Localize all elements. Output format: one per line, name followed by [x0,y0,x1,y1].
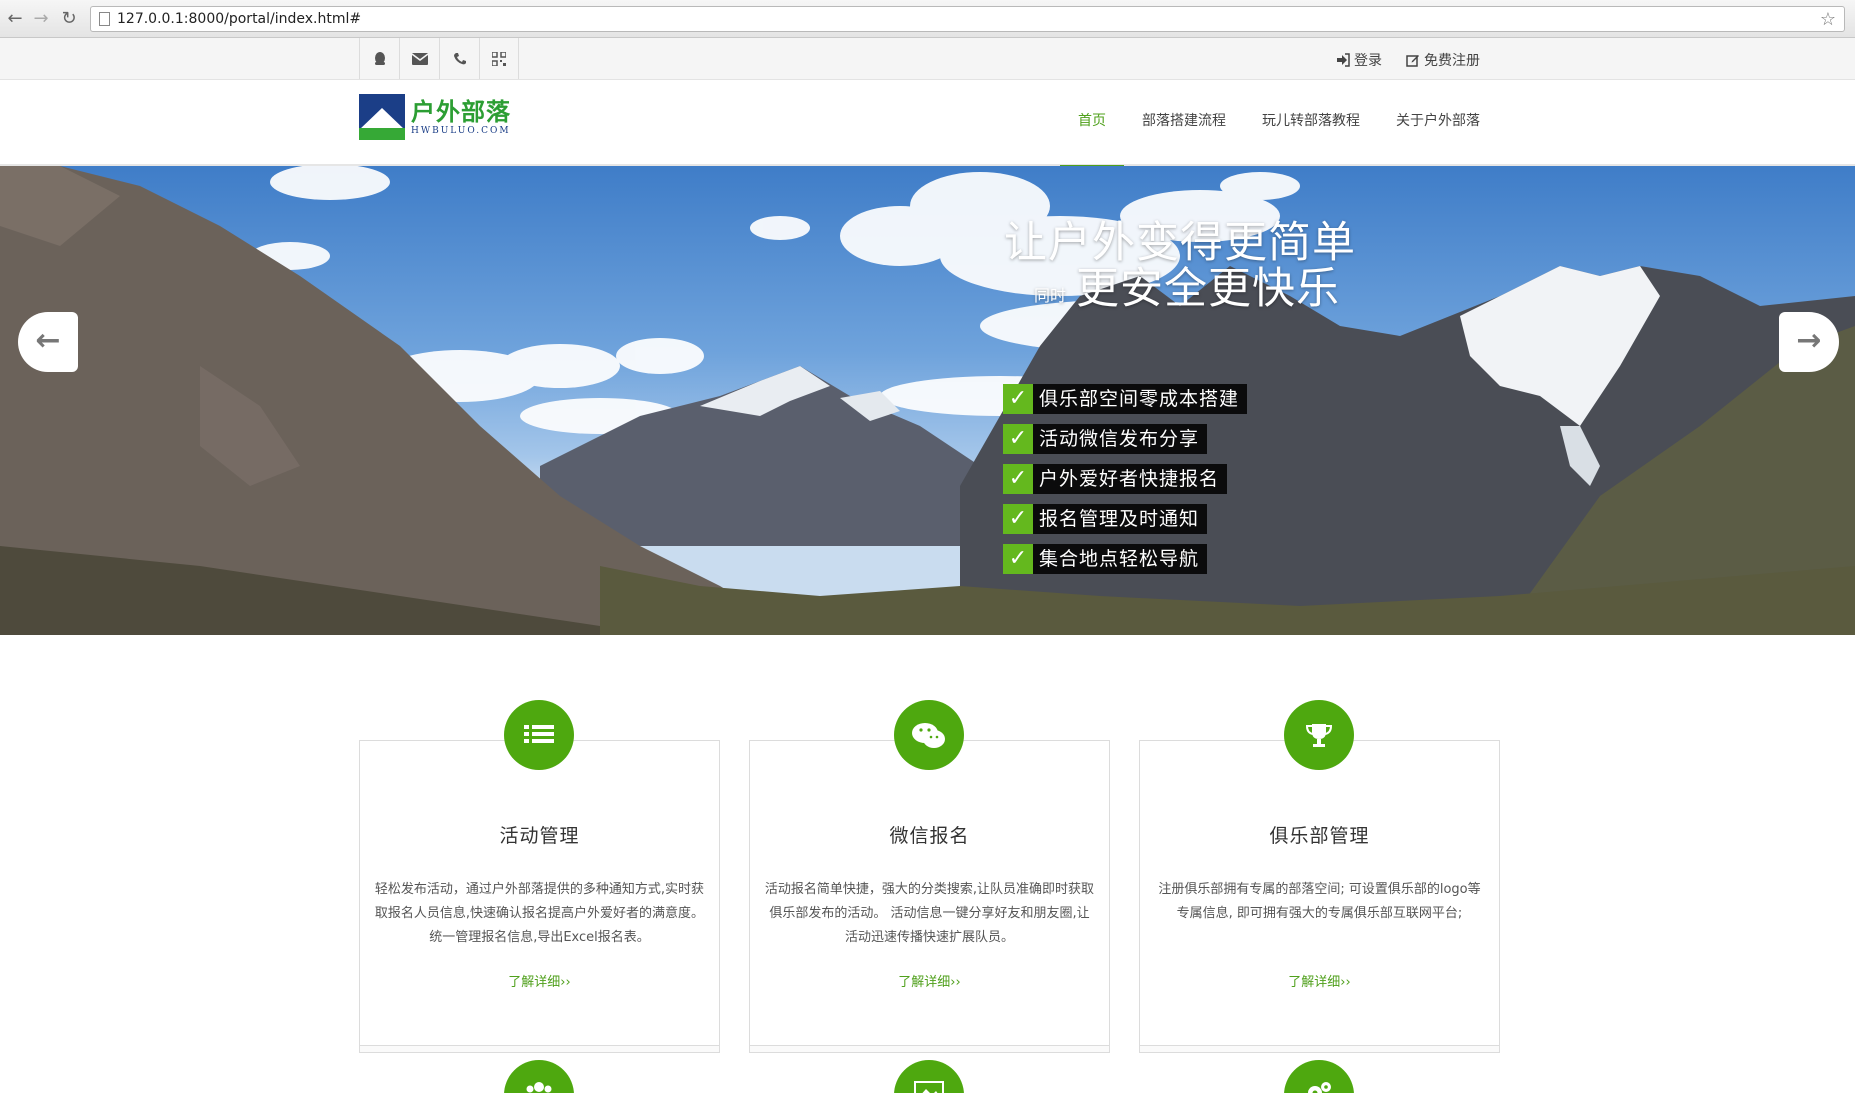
banner-slogan: 让户外变得更简单 同时 更安全更快乐 [1004,220,1356,312]
feature-card-activity: 活动管理 轻松发布活动，通过户外部落提供的多种通知方式,实时获取报名人员信息,快… [359,740,720,1053]
banner-feature-item: ✓ 报名管理及时通知 [1003,504,1247,534]
qrcode-icon[interactable] [479,38,519,79]
banner-feature-item: ✓ 俱乐部空间零成本搭建 [1003,384,1248,414]
card-title: 俱乐部管理 [1269,825,1370,847]
main-nav: 首页 部落搭建流程 玩儿转部落教程 关于户外部落 [1060,80,1498,168]
sign-in-icon [1337,53,1350,67]
feature-cards: 活动管理 轻松发布活动，通过户外部落提供的多种通知方式,实时获取报名人员信息,快… [359,700,1500,1093]
banner-feature-label: 俱乐部空间零成本搭建 [1033,384,1248,414]
card-description: 活动报名简单快捷，强大的分类搜索,让队员准确即时获取俱乐部发布的活动。 活动信息… [764,882,1095,945]
nav-item-home[interactable]: 首页 [1060,80,1124,168]
list-icon [504,700,574,770]
login-link[interactable]: 登录 [1336,50,1382,70]
nav-item-tutorial[interactable]: 玩儿转部落教程 [1244,80,1378,166]
card-title: 活动管理 [499,825,580,847]
card-title: 微信报名 [889,825,970,847]
users-icon [504,1060,574,1093]
account-links: 登录 免费注册 [1336,50,1480,70]
top-bar: 登录 免费注册 [0,38,1855,80]
logo-mountain-icon [359,94,405,140]
banner-feature-item: ✓ 集合地点轻松导航 [1003,544,1247,574]
card-more-link[interactable]: 了解详细›› [360,971,719,990]
browser-toolbar: ← → ↻ 127.0.0.1:8000/portal/index.html# … [0,0,1855,38]
checkmark-icon: ✓ [1003,544,1033,574]
checkmark-icon: ✓ [1003,384,1033,414]
card-description: 轻松发布活动，通过户外部落提供的多种通知方式,实时获取报名人员信息,快速确认报名… [374,882,705,945]
slogan-line2: 更安全更快乐 [1076,264,1341,314]
edit-icon [1406,55,1419,67]
slogan-line1: 让户外变得更简单 [1004,218,1356,268]
card-more-link[interactable]: 了解详细›› [1140,971,1499,990]
banner-feature-item: ✓ 户外爱好者快捷报名 [1003,464,1247,494]
forward-arrow-icon[interactable]: → [30,8,52,30]
reload-icon[interactable]: ↻ [58,8,80,30]
trophy-icon [1284,700,1354,770]
checkmark-icon: ✓ [1003,424,1033,454]
mail-icon[interactable] [399,38,439,79]
banner-feature-label: 活动微信发布分享 [1033,424,1208,454]
nav-item-about[interactable]: 关于户外部落 [1378,80,1498,166]
slogan-small: 同时 [1034,286,1067,305]
site-logo[interactable]: 户外部落 HWBULUO.COM [359,93,525,141]
carousel-prev-button[interactable]: ← [18,312,78,372]
banner-feature-item: ✓ 活动微信发布分享 [1003,424,1247,454]
qq-icon[interactable] [359,38,399,79]
hero-banner: 让户外变得更简单 同时 更安全更快乐 ✓ 俱乐部空间零成本搭建 ✓ 活动微信发布… [0,166,1855,635]
star-icon[interactable]: ☆ [1820,9,1836,30]
mountain-landscape-image [0,166,1855,635]
banner-feature-label: 报名管理及时通知 [1033,504,1208,534]
carousel-next-button[interactable]: → [1779,312,1839,372]
checkmark-icon: ✓ [1003,464,1033,494]
checkmark-icon: ✓ [1003,504,1033,534]
arrow-right-icon: → [1796,323,1822,358]
banner-feature-label: 户外爱好者快捷报名 [1033,464,1228,494]
feature-card-wechat: 微信报名 活动报名简单快捷，强大的分类搜索,让队员准确即时获取俱乐部发布的活动。… [749,740,1110,1053]
back-arrow-icon[interactable]: ← [4,8,26,30]
wechat-icon [894,700,964,770]
address-bar[interactable]: 127.0.0.1:8000/portal/index.html# ☆ [90,6,1845,32]
banner-feature-label: 集合地点轻松导航 [1033,544,1208,574]
register-label: 免费注册 [1424,53,1480,69]
logo-title: 户外部落 [411,98,511,126]
card-more-link[interactable]: 了解详细›› [750,971,1109,990]
logo-subtitle: HWBULUO.COM [411,126,511,136]
register-link[interactable]: 免费注册 [1406,50,1480,70]
phone-icon[interactable] [439,38,479,79]
feature-card-club: 俱乐部管理 注册俱乐部拥有专属的部落空间; 可设置俱乐部的logo等专属信息, … [1139,740,1500,1053]
nav-item-setup-process[interactable]: 部落搭建流程 [1124,80,1244,166]
login-label: 登录 [1354,53,1382,69]
page-icon [99,12,110,26]
url-text[interactable]: 127.0.0.1:8000/portal/index.html# [117,11,361,27]
image-icon [894,1060,964,1093]
card-description: 注册俱乐部拥有专属的部落空间; 可设置俱乐部的logo等专属信息, 即可拥有强大… [1158,882,1481,921]
arrow-left-icon: ← [35,323,61,358]
contact-icons [359,38,519,79]
site-header: 户外部落 HWBULUO.COM 首页 部落搭建流程 玩儿转部落教程 关于户外部… [0,80,1855,168]
banner-feature-list: ✓ 俱乐部空间零成本搭建 ✓ 活动微信发布分享 ✓ 户外爱好者快捷报名 ✓ 报名… [1003,384,1248,584]
gears-icon [1284,1060,1354,1093]
